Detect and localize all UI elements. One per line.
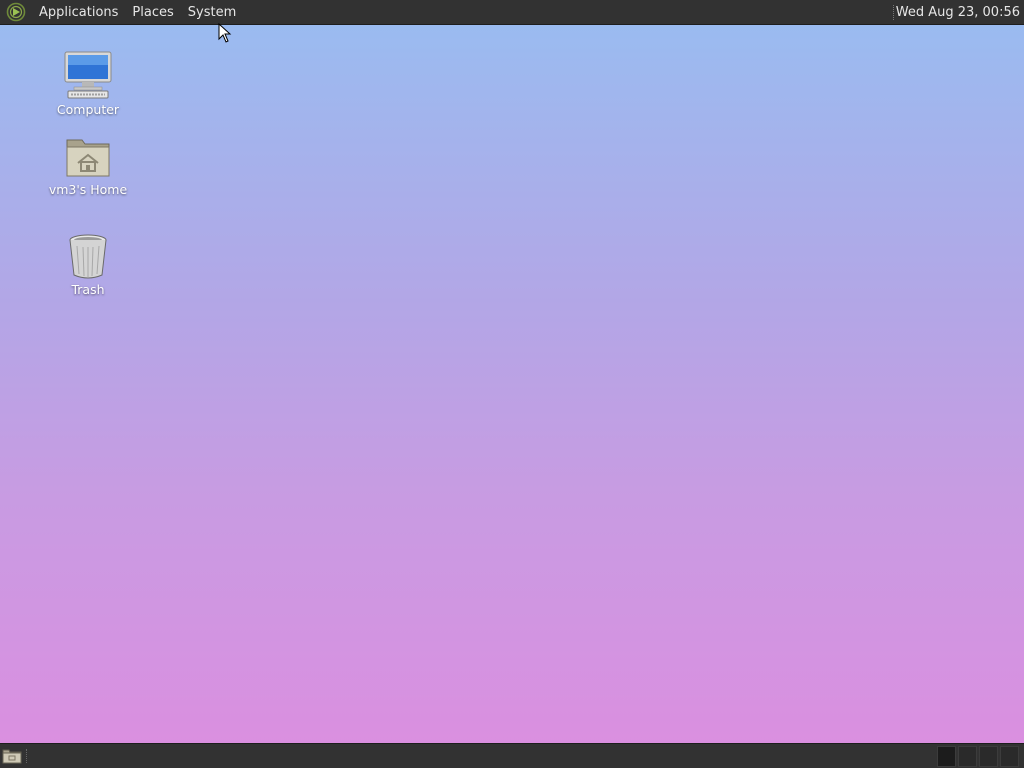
distro-logo-icon[interactable]	[5, 1, 27, 23]
bottom-panel	[0, 743, 1024, 768]
menu-system[interactable]: System	[181, 0, 243, 25]
home-folder-icon	[40, 124, 136, 180]
workspace-1[interactable]	[937, 746, 956, 767]
desktop-background[interactable]: Applications Places System Wed Aug 23, 0…	[0, 0, 1024, 768]
trash-icon	[40, 224, 136, 280]
mouse-pointer-icon	[218, 23, 232, 43]
desktop-icon-trash[interactable]: Trash	[40, 224, 136, 297]
menu-applications[interactable]: Applications	[32, 0, 125, 25]
workspace-4[interactable]	[1000, 746, 1019, 767]
desktop-icon-computer[interactable]: Computer	[40, 44, 136, 117]
workspace-2[interactable]	[958, 746, 977, 767]
workspace-3[interactable]	[979, 746, 998, 767]
icon-label: vm3's Home	[48, 182, 128, 197]
top-panel: Applications Places System Wed Aug 23, 0…	[0, 0, 1024, 25]
panel-handle[interactable]	[26, 749, 30, 763]
icon-label: Trash	[71, 282, 105, 297]
computer-icon	[40, 44, 136, 100]
menu-places[interactable]: Places	[125, 0, 180, 25]
desktop-icon-home[interactable]: vm3's Home	[40, 124, 136, 197]
show-desktop-icon[interactable]	[2, 747, 22, 765]
icon-label: Computer	[56, 102, 120, 117]
clock[interactable]: Wed Aug 23, 00:56	[896, 0, 1020, 25]
